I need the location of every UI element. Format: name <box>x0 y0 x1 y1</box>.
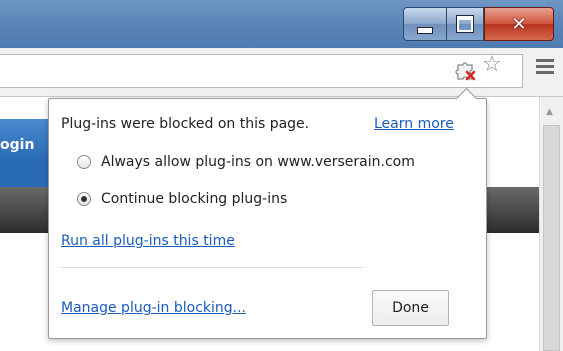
nav-bar-right <box>487 187 539 233</box>
manage-plugin-blocking-link[interactable]: Manage plug-in blocking... <box>61 300 246 316</box>
maximize-button[interactable] <box>446 7 484 41</box>
option-label: Always allow plug-ins on www.verserain.c… <box>101 154 415 170</box>
close-icon: ✕ <box>511 13 527 35</box>
hamburger-menu-icon[interactable] <box>536 59 554 77</box>
radio-always-allow[interactable] <box>77 155 91 169</box>
divider <box>61 267 363 268</box>
maximize-icon <box>456 15 474 33</box>
title-bar: ✕ <box>0 0 563 48</box>
scroll-thumb[interactable] <box>543 125 560 351</box>
minimize-button[interactable] <box>403 7 447 41</box>
option-label: Continue blocking plug-ins <box>101 191 288 207</box>
address-bar[interactable] <box>0 54 523 88</box>
bubble-title: Plug-ins were blocked on this page. <box>61 116 310 132</box>
puzzle-blocked-icon[interactable] <box>454 58 478 82</box>
minimize-icon <box>417 26 433 34</box>
browser-toolbar: ☆ <box>0 48 563 97</box>
learn-more-link[interactable]: Learn more <box>374 116 454 132</box>
radio-continue-blocking[interactable] <box>77 192 91 206</box>
vertical-scrollbar[interactable]: ▲ <box>539 97 563 351</box>
option-continue-blocking[interactable]: Continue blocking plug-ins <box>77 191 287 207</box>
login-label: ogin <box>0 137 35 153</box>
star-icon[interactable]: ☆ <box>482 54 502 76</box>
run-all-plugins-link[interactable]: Run all plug-ins this time <box>61 233 235 249</box>
option-always-allow[interactable]: Always allow plug-ins on www.verserain.c… <box>77 154 415 170</box>
scroll-up-icon[interactable]: ▲ <box>546 107 553 117</box>
plugin-blocked-bubble: Plug-ins were blocked on this page. Lear… <box>48 87 487 339</box>
done-button[interactable]: Done <box>372 290 449 326</box>
close-button[interactable]: ✕ <box>484 7 554 41</box>
